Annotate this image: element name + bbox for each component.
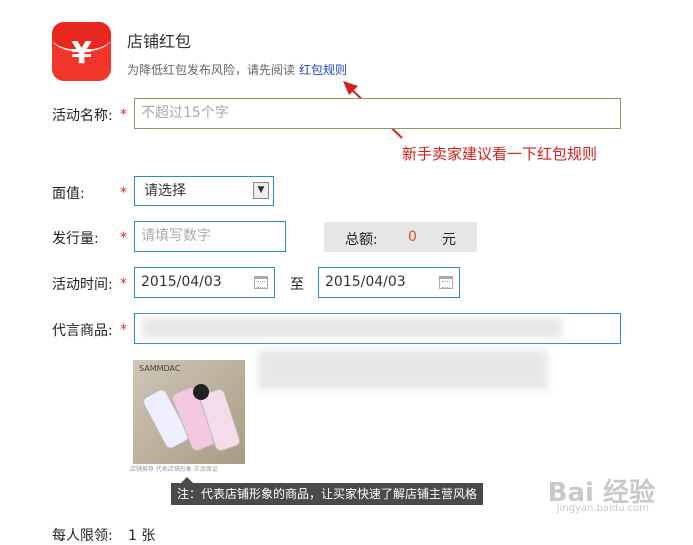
face-value-select[interactable]: 请选择 ▼: [134, 176, 274, 206]
total-amount-box: 总额: 0 元: [324, 222, 477, 252]
calendar-icon[interactable]: [439, 276, 453, 289]
product-label: 代言商品:: [52, 323, 113, 339]
total-unit: 元: [442, 232, 456, 248]
time-label: 活动时间:: [52, 277, 113, 293]
required-mark: *: [120, 276, 127, 292]
end-date-input[interactable]: 2015/04/03: [318, 267, 460, 298]
required-mark: *: [120, 107, 127, 123]
notice-text: 为降低红包发布风险，请先阅读: [127, 63, 296, 77]
limit-value: 1 张: [128, 528, 156, 544]
red-packet-icon: ¥: [52, 22, 111, 81]
required-mark: *: [120, 322, 127, 338]
quantity-placeholder: 请填写数字: [141, 228, 211, 244]
quantity-input[interactable]: 请填写数字: [134, 221, 286, 252]
product-caption: 店铺推荐 代表店铺形象 正品保证: [130, 466, 218, 473]
date-separator: 至: [290, 277, 304, 293]
blurred-product-url: [142, 318, 562, 338]
product-brand-text: SAMMDAC: [139, 364, 181, 373]
red-packet-rules-link[interactable]: 红包规则: [299, 63, 347, 77]
face-value-label: 面值:: [52, 186, 85, 202]
risk-notice: 为降低红包发布风险，请先阅读 红包规则: [127, 61, 347, 78]
product-cap: [193, 384, 209, 400]
activity-name-input[interactable]: 不超过15个字: [134, 98, 621, 129]
product-image[interactable]: SAMMDAC: [133, 360, 245, 464]
required-mark: *: [120, 230, 127, 246]
annotation-text: 新手卖家建议看一下红包规则: [402, 145, 598, 163]
baidu-watermark-url: jingyan.baidu.com: [556, 503, 649, 514]
end-date-value: 2015/04/03: [325, 274, 406, 290]
limit-label: 每人限领:: [52, 528, 113, 544]
chevron-down-icon[interactable]: ▼: [253, 182, 269, 199]
start-date-input[interactable]: 2015/04/03: [134, 267, 275, 298]
face-value-selected: 请选择: [144, 183, 186, 199]
page-title: 店铺红包: [127, 32, 192, 51]
total-label: 总额:: [345, 232, 378, 248]
quantity-label: 发行量:: [52, 231, 99, 247]
product-tooltip: 注：代表店铺形象的商品，让买家快速了解店铺主营风格: [171, 477, 483, 505]
total-value: 0: [408, 229, 417, 245]
name-label: 活动名称:: [52, 108, 113, 124]
activity-name-placeholder: 不超过15个字: [141, 105, 229, 121]
start-date-value: 2015/04/03: [141, 274, 222, 290]
required-mark: *: [120, 185, 127, 201]
blurred-product-title: [258, 350, 548, 390]
calendar-icon[interactable]: [254, 276, 268, 289]
